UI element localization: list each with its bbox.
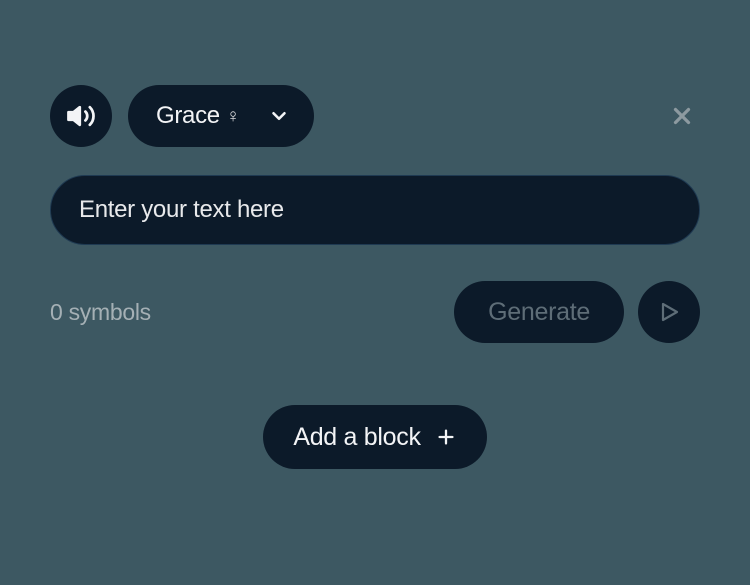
text-input[interactable]	[50, 175, 700, 245]
voice-label: Grace ♀	[156, 102, 240, 130]
voice-name: Grace	[156, 102, 220, 130]
tts-block: Grace ♀ 0 symbols Generate Add	[50, 85, 700, 469]
generate-label: Generate	[488, 298, 590, 327]
speaker-button[interactable]	[50, 85, 112, 147]
add-block-label: Add a block	[293, 423, 420, 452]
speaker-icon	[66, 101, 96, 131]
add-block-button[interactable]: Add a block	[263, 405, 486, 469]
generate-button[interactable]: Generate	[454, 281, 624, 343]
close-icon	[669, 103, 695, 129]
add-block-row: Add a block	[50, 405, 700, 469]
play-icon	[657, 300, 681, 324]
close-button[interactable]	[664, 98, 700, 134]
gender-symbol: ♀	[226, 106, 240, 128]
symbol-count: 0 symbols	[50, 299, 151, 326]
plus-icon	[435, 426, 457, 448]
top-controls-row: Grace ♀	[50, 85, 700, 147]
bottom-controls-row: 0 symbols Generate	[50, 281, 700, 343]
voice-selector[interactable]: Grace ♀	[128, 85, 314, 147]
play-button[interactable]	[638, 281, 700, 343]
chevron-down-icon	[268, 105, 290, 127]
